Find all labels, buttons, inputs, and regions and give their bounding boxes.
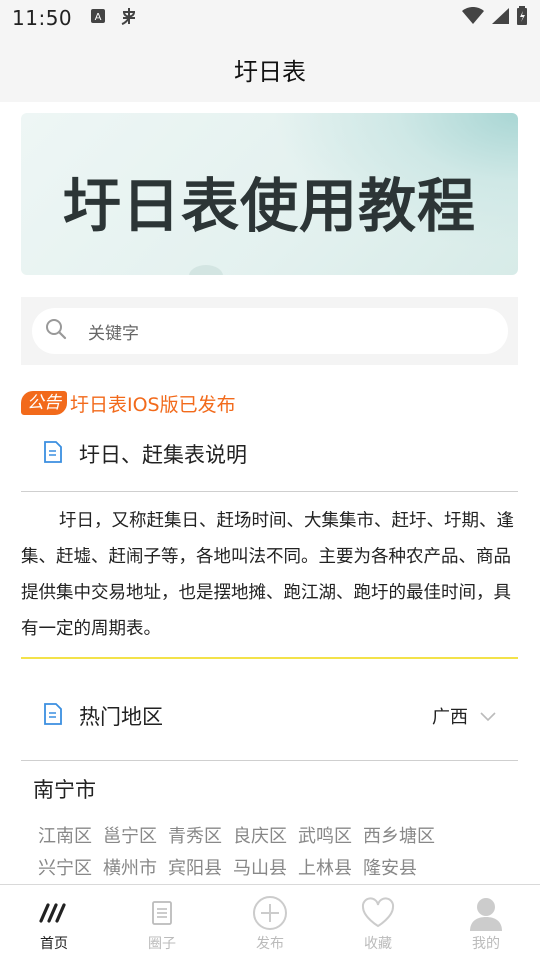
banner-decoration	[189, 265, 223, 275]
divider	[21, 491, 518, 492]
status-bar: 11:50 A	[0, 0, 540, 36]
district-row: 江南区 邕宁区 青秀区 良庆区 武鸣区 西乡塘区	[38, 822, 446, 848]
hot-regions-header: 热门地区 广西	[21, 698, 518, 734]
chevron-down-icon	[480, 707, 496, 726]
district-link[interactable]: 武鸣区	[298, 822, 352, 848]
app-header: 圩日表	[0, 36, 540, 102]
signal-icon	[490, 7, 510, 29]
font-a-icon: A	[90, 8, 106, 28]
city-name[interactable]: 南宁市	[33, 774, 96, 804]
battery-icon	[516, 6, 528, 30]
intro-text: 圩日，又称赶集日、赶场时间、大集集市、赶圩、圩期、逢集、赶墟、赶闹子等，各地叫法…	[21, 511, 514, 639]
tab-label: 收藏	[364, 936, 392, 952]
tab-label: 圈子	[148, 936, 176, 952]
intro-title: 圩日、赶集表说明	[79, 443, 247, 467]
document-icon	[43, 441, 63, 467]
heart-icon	[360, 895, 396, 931]
tab-label: 首页	[40, 936, 68, 952]
district-link[interactable]: 西乡塘区	[363, 822, 435, 848]
divider	[21, 760, 518, 761]
svg-text:A: A	[95, 12, 102, 23]
district-link[interactable]: 马山县	[233, 854, 287, 880]
district-link[interactable]: 青秀区	[168, 822, 222, 848]
search-input[interactable]: 关键字	[32, 308, 508, 354]
status-time: 11:50	[12, 6, 73, 30]
district-link[interactable]: 兴宁区	[38, 854, 92, 880]
district-link[interactable]: 良庆区	[233, 822, 287, 848]
district-link[interactable]: 隆安县	[363, 854, 417, 880]
district-link[interactable]: 江南区	[38, 822, 92, 848]
tab-publish[interactable]: 发布	[216, 885, 324, 960]
page-title: 圩日表	[234, 57, 306, 86]
district-link[interactable]: 上林县	[298, 854, 352, 880]
tab-circle[interactable]: 圈子	[108, 885, 216, 960]
district-link[interactable]: 宾阳县	[168, 854, 222, 880]
bottom-tab-bar: 首页 圈子 发布 收藏 我的	[0, 884, 540, 960]
search-area: 关键字	[21, 297, 518, 365]
tutorial-banner[interactable]: 圩日表使用教程	[21, 113, 518, 275]
document-icon	[43, 703, 63, 729]
document-icon	[151, 895, 173, 931]
notice-bar[interactable]: 公告 圩日表IOS版已发布	[21, 390, 236, 416]
highlight-divider	[21, 657, 518, 659]
tab-label: 我的	[472, 936, 500, 952]
banner-text: 圩日表使用教程	[62, 172, 476, 240]
province-value: 广西	[432, 707, 468, 728]
province-select[interactable]: 广西	[432, 703, 496, 729]
tab-favorites[interactable]: 收藏	[324, 885, 432, 960]
user-icon	[468, 895, 504, 931]
tab-home[interactable]: 首页	[0, 885, 108, 960]
wifi-icon	[462, 6, 484, 29]
tab-profile[interactable]: 我的	[432, 885, 540, 960]
home-slash-icon	[39, 895, 69, 931]
search-placeholder: 关键字	[88, 323, 139, 344]
district-row: 兴宁区 横州市 宾阳县 马山县 上林县 隆安县	[38, 854, 428, 880]
notice-badge: 公告	[21, 391, 67, 415]
hot-regions-title: 热门地区	[79, 705, 163, 729]
plus-circle-icon	[252, 895, 288, 931]
notice-text[interactable]: 圩日表IOS版已发布	[70, 390, 236, 417]
search-icon	[44, 317, 68, 345]
district-link[interactable]: 邕宁区	[103, 822, 157, 848]
district-link[interactable]: 横州市	[103, 854, 157, 880]
intro-header: 圩日、赶集表说明	[21, 436, 518, 472]
bug-icon	[118, 5, 140, 31]
tab-label: 发布	[256, 936, 284, 952]
